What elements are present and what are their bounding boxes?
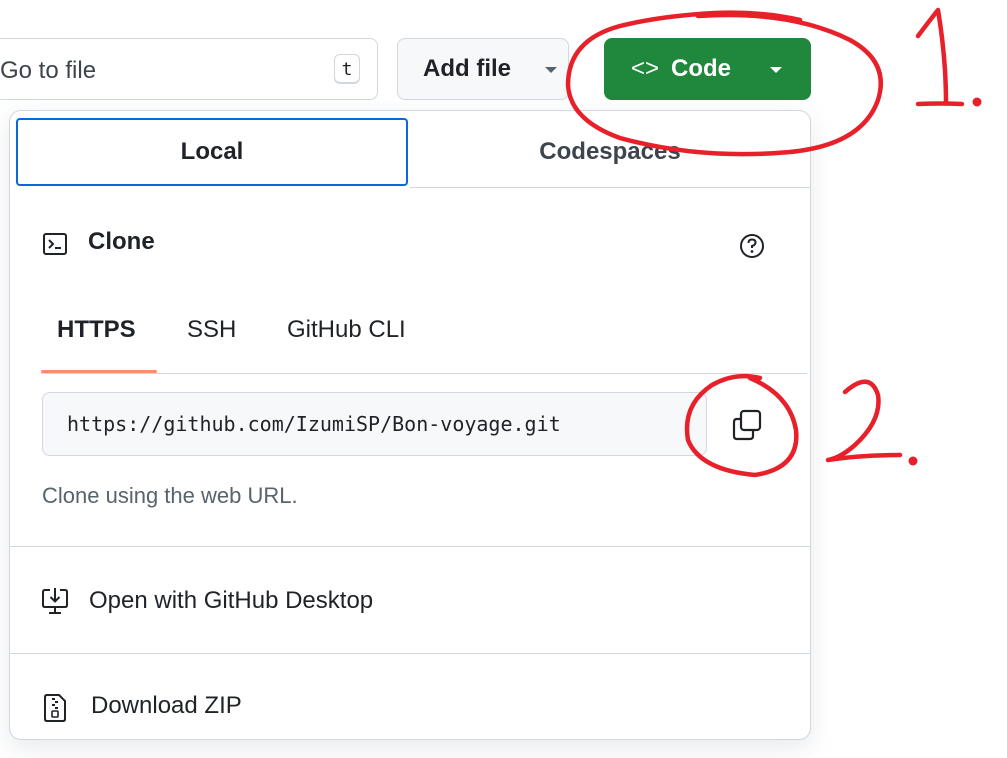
divider	[10, 653, 810, 654]
tab-codespaces[interactable]: Codespaces	[410, 118, 810, 186]
protocol-tab-https[interactable]: HTTPS	[57, 316, 136, 344]
copy-icon[interactable]	[730, 407, 764, 443]
tab-local-label: Local	[180, 138, 244, 165]
add-file-button[interactable]: Add file	[397, 38, 569, 100]
go-to-file-placeholder: Go to file	[0, 57, 97, 84]
protocol-tabs-divider	[41, 373, 807, 374]
clone-hint: Clone using the web URL.	[42, 483, 298, 508]
tab-local[interactable]: Local	[16, 118, 408, 186]
protocol-selected-underline	[41, 370, 157, 373]
annotation-dot-2	[908, 456, 918, 466]
protocol-tab-ssh[interactable]: SSH	[187, 316, 236, 344]
terminal-icon	[43, 233, 67, 255]
download-zip-button[interactable]: Download ZIP	[91, 692, 242, 720]
code-icon: <>	[631, 55, 660, 82]
code-label: Code	[671, 55, 732, 82]
protocol-tab-github-cli[interactable]: GitHub CLI	[287, 316, 406, 344]
annotation-numeral-1	[915, 7, 965, 107]
divider	[10, 546, 810, 547]
code-chevron-down-icon	[770, 67, 782, 73]
add-file-label: Add file	[423, 55, 511, 82]
clone-title: Clone	[88, 228, 155, 255]
tab-divider	[410, 187, 810, 188]
annotation-numeral-2	[825, 379, 903, 463]
annotation-dot-1	[972, 97, 982, 107]
add-file-chevron-down-icon	[545, 67, 557, 73]
clone-url-value: https://github.com/IzumiSP/Bon-voyage.gi…	[67, 412, 561, 436]
desktop-download-icon	[42, 588, 68, 614]
clone-url-input[interactable]: https://github.com/IzumiSP/Bon-voyage.gi…	[42, 392, 707, 456]
question-icon[interactable]	[738, 232, 766, 260]
tab-codespaces-label: Codespaces	[539, 138, 681, 165]
file-zip-icon	[44, 694, 66, 722]
open-with-github-desktop-button[interactable]: Open with GitHub Desktop	[89, 587, 373, 615]
go-to-file-shortcut-key: t	[334, 54, 360, 84]
